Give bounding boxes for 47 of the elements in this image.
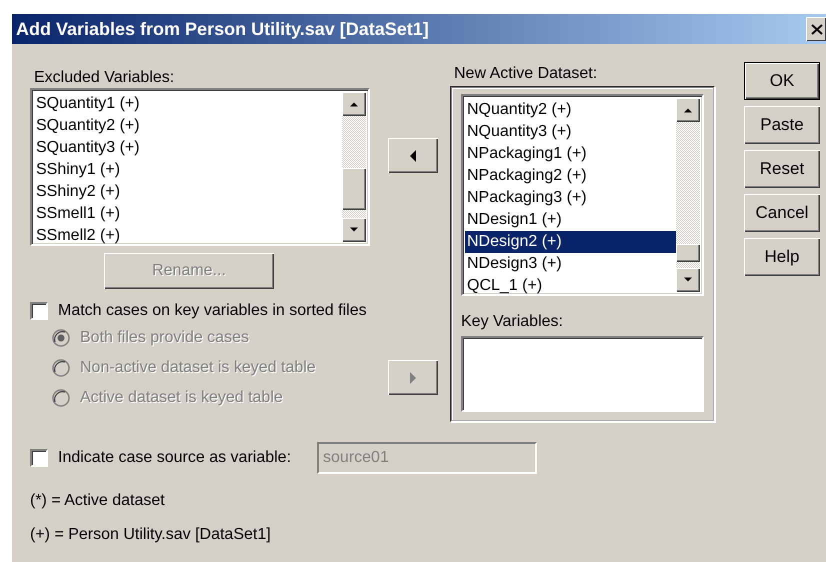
up-arrow-icon bbox=[683, 107, 693, 113]
legend-text: (*) = Active dataset bbox=[30, 492, 166, 510]
list-label: Excluded Variables: bbox=[34, 68, 176, 88]
radio-label: Both files provide cases bbox=[80, 329, 249, 347]
close-button[interactable] bbox=[806, 17, 826, 41]
close-icon bbox=[810, 22, 824, 36]
dialog-button[interactable]: Paste bbox=[744, 106, 820, 144]
scrollbar[interactable] bbox=[676, 98, 700, 292]
down-arrow-icon bbox=[683, 277, 693, 283]
scroll-thumb[interactable] bbox=[342, 168, 366, 210]
dialog-button[interactable]: Help bbox=[744, 238, 820, 276]
list-item[interactable]: NPackaging1 (+) bbox=[465, 143, 676, 165]
list-item[interactable]: SShiny1 (+) bbox=[34, 159, 342, 181]
list-item[interactable]: NDesign2 (+) bbox=[465, 231, 676, 253]
list-item[interactable]: SSmell1 (+) bbox=[34, 203, 342, 225]
list-item[interactable]: NPackaging3 (+) bbox=[465, 187, 676, 209]
list-item[interactable]: QCL_1 (+) bbox=[465, 275, 676, 297]
group-label: New Active Dataset: bbox=[454, 64, 598, 84]
window-title: Add Variables from Person Utility.sav [DataSet1] bbox=[16, 18, 429, 40]
list-label: Key Variables: bbox=[461, 312, 564, 332]
scroll-thumb[interactable] bbox=[676, 244, 700, 262]
down-arrow-icon bbox=[349, 227, 359, 233]
list-item[interactable]: NDesign3 (+) bbox=[465, 253, 676, 275]
checkbox-label: Match cases on key variables in sorted files bbox=[58, 302, 367, 320]
right-arrow-icon bbox=[409, 370, 417, 384]
list-item[interactable]: SQuantity3 (+) bbox=[34, 137, 342, 159]
up-arrow-icon bbox=[349, 101, 359, 107]
checkbox[interactable] bbox=[30, 302, 48, 320]
radio-label: Non-active dataset is keyed table bbox=[80, 359, 316, 377]
list-item[interactable]: NDesign1 (+) bbox=[465, 209, 676, 231]
list-item[interactable]: SShiny2 (+) bbox=[34, 181, 342, 203]
list-item[interactable]: NQuantity3 (+) bbox=[465, 121, 676, 143]
list-item[interactable]: SSmell2 (+) bbox=[34, 225, 342, 247]
list-item[interactable]: SQuantity2 (+) bbox=[34, 115, 342, 137]
dialog-button[interactable]: Cancel bbox=[744, 194, 820, 232]
list-item[interactable]: NQuantity2 (+) bbox=[465, 99, 676, 121]
dialog-button[interactable]: OK bbox=[744, 62, 820, 100]
left-arrow-icon bbox=[409, 148, 417, 162]
dialog-button[interactable]: Reset bbox=[744, 150, 820, 188]
list-item[interactable]: SQuantity1 (+) bbox=[34, 93, 342, 115]
list-item[interactable]: NPackaging2 (+) bbox=[465, 165, 676, 187]
radio-label: Active dataset is keyed table bbox=[80, 389, 283, 407]
checkbox-label: Indicate case source as variable: bbox=[58, 449, 292, 467]
scrollbar[interactable] bbox=[342, 92, 366, 242]
move-button[interactable] bbox=[388, 138, 438, 173]
key-variables-list[interactable] bbox=[461, 336, 704, 412]
legend-text: (+) = Person Utility.sav [DataSet1] bbox=[30, 526, 272, 544]
